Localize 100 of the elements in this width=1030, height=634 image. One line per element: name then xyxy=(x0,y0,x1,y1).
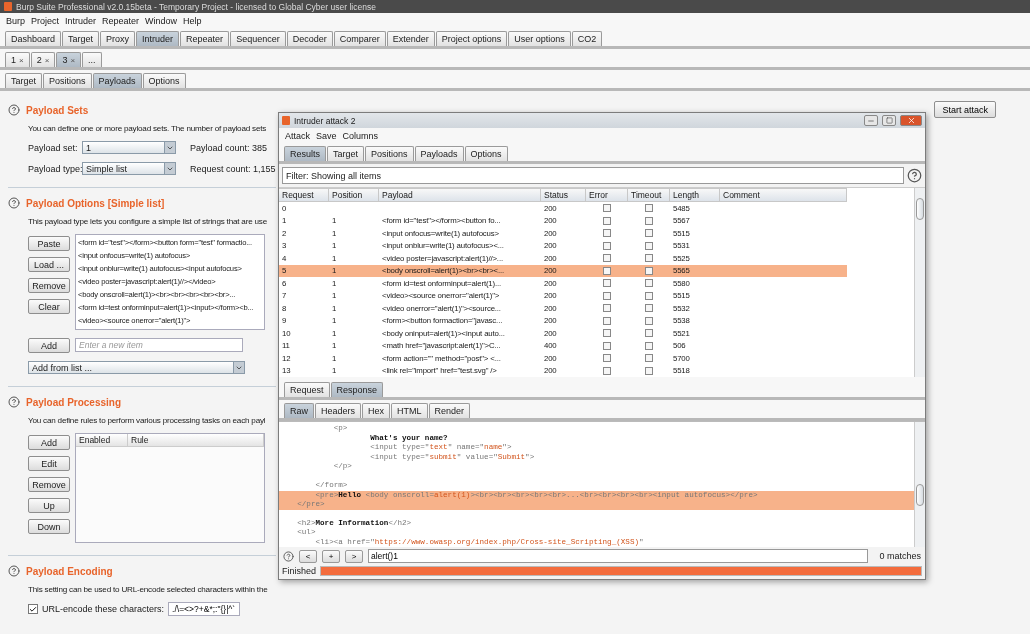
column-header[interactable]: Rule xyxy=(128,434,264,446)
tab[interactable]: Payloads xyxy=(414,146,464,161)
tab[interactable]: Positions xyxy=(365,146,414,161)
checkbox-label: URL-encode these characters: xyxy=(42,604,165,614)
section-title: Payload Sets xyxy=(26,104,89,116)
help-icon[interactable] xyxy=(283,550,294,562)
app-icon xyxy=(282,116,290,125)
column-header[interactable]: Enabled xyxy=(76,434,128,446)
count-label: Payload count: 385 xyxy=(190,142,268,153)
tab[interactable]: Positions xyxy=(43,73,92,88)
app-icon xyxy=(4,2,12,11)
tab[interactable]: 3 × xyxy=(56,52,82,67)
column-header[interactable]: Length xyxy=(670,188,720,202)
list-button[interactable]: Clear xyxy=(28,299,70,314)
menu-item[interactable]: Columns xyxy=(342,131,379,141)
menu-item[interactable]: Project xyxy=(31,16,60,26)
column-header[interactable]: Position xyxy=(329,188,379,202)
menu-item[interactable]: Attack xyxy=(285,131,310,141)
window-title: Burp Suite Professional v2.0.15beta - Temporary Project - licensed to Global Cyber user license xyxy=(16,1,376,12)
filter-bar[interactable]: Filter: Showing all items xyxy=(282,167,904,184)
tab[interactable]: Target xyxy=(62,31,100,46)
rule-button[interactable]: Edit xyxy=(28,456,70,471)
tab[interactable]: Extender xyxy=(386,31,435,46)
tab[interactable]: Target xyxy=(5,73,42,88)
tab[interactable]: Options xyxy=(142,73,186,88)
search-button[interactable]: > xyxy=(345,549,363,563)
help-icon[interactable] xyxy=(8,565,20,577)
column-header[interactable]: Comment xyxy=(720,188,847,202)
menu-item[interactable]: Save xyxy=(316,131,337,141)
help-icon[interactable] xyxy=(8,197,20,209)
tab[interactable]: Response xyxy=(330,382,384,397)
column-header[interactable]: Timeout xyxy=(628,188,670,202)
status-label: Finished xyxy=(282,566,317,576)
search-button[interactable]: + xyxy=(322,549,340,563)
tab[interactable]: Options xyxy=(464,146,508,161)
menu-item[interactable]: Burp xyxy=(6,16,25,26)
maximize-icon[interactable] xyxy=(882,115,896,126)
tab[interactable]: Dashboard xyxy=(5,31,62,46)
list-button[interactable]: Remove xyxy=(28,278,70,293)
characters-field[interactable]: ./\=<>?+&*;:"{}|^` xyxy=(168,602,241,616)
dropdown[interactable]: Simple list xyxy=(82,162,176,175)
tab[interactable]: HTML xyxy=(391,403,428,418)
section-description: This payload type lets you configure a simple list of strings that are use xyxy=(28,217,267,226)
column-header[interactable]: Status xyxy=(541,188,586,202)
help-icon[interactable] xyxy=(8,396,20,408)
tab[interactable]: ... xyxy=(82,52,102,67)
rule-button[interactable]: Up xyxy=(28,498,70,513)
column-header[interactable]: Error xyxy=(586,188,628,202)
start-attack-button[interactable]: Start attack xyxy=(934,101,996,118)
close-icon[interactable] xyxy=(900,115,922,126)
tab[interactable]: Hex xyxy=(362,403,391,418)
new-item-field[interactable]: Enter a new item xyxy=(75,338,243,352)
field-label: Payload set: xyxy=(28,142,78,153)
tab[interactable]: Intruder xyxy=(136,31,180,46)
window-title: Intruder attack 2 xyxy=(294,115,357,126)
tab[interactable]: Payloads xyxy=(92,73,142,88)
dropdown[interactable]: 1 xyxy=(82,141,176,154)
tab[interactable]: Raw xyxy=(284,403,314,418)
add-button[interactable]: Add xyxy=(28,338,70,353)
tab[interactable]: Target xyxy=(327,146,365,161)
help-icon[interactable] xyxy=(907,168,922,183)
section-title: Payload Options [Simple list] xyxy=(26,197,165,209)
search-button[interactable]: < xyxy=(299,549,317,563)
help-icon[interactable] xyxy=(8,104,20,116)
rule-button[interactable]: Remove xyxy=(28,477,70,492)
menu-item[interactable]: Repeater xyxy=(102,16,140,26)
tab[interactable]: Repeater xyxy=(180,31,230,46)
menu-item[interactable]: Window xyxy=(145,16,178,26)
list-button[interactable]: Load ... xyxy=(28,257,70,272)
tab[interactable]: Headers xyxy=(315,403,362,418)
scrollbar[interactable] xyxy=(914,422,925,547)
tab[interactable]: Project options xyxy=(435,31,508,46)
tab[interactable]: Sequencer xyxy=(230,31,286,46)
tab[interactable]: Comparer xyxy=(333,31,386,46)
section-description: You can define one or more payload sets. The number of payload sets xyxy=(28,124,267,133)
tab[interactable]: Results xyxy=(284,146,326,161)
rule-button[interactable]: Down xyxy=(28,519,70,534)
rule-button[interactable]: Add xyxy=(28,435,70,450)
tab[interactable]: 2 × xyxy=(30,52,56,67)
tab[interactable]: Render xyxy=(428,403,471,418)
add-from-list-dropdown[interactable]: Add from list ... xyxy=(28,361,245,374)
tab[interactable]: Decoder xyxy=(286,31,333,46)
tab[interactable]: User options xyxy=(508,31,571,46)
list-button[interactable]: Paste xyxy=(28,236,70,251)
minimize-icon[interactable] xyxy=(864,115,878,126)
count-label: Request count: 1,155 xyxy=(190,163,276,174)
tab[interactable]: Request xyxy=(284,382,330,397)
menu-item[interactable]: Help xyxy=(183,16,202,26)
column-header[interactable]: Payload xyxy=(379,188,541,202)
tab[interactable]: CO2 xyxy=(571,31,603,46)
section-description: You can define rules to perform various processing tasks on each payl xyxy=(28,416,266,425)
search-field[interactable]: alert()1 xyxy=(368,549,869,563)
tab[interactable]: Proxy xyxy=(100,31,136,46)
tab[interactable]: 1 × xyxy=(5,52,30,67)
column-header[interactable]: Request xyxy=(279,188,329,202)
section-title: Payload Processing xyxy=(26,396,122,408)
menu-item[interactable]: Intruder xyxy=(65,16,97,26)
scrollbar[interactable] xyxy=(914,188,925,377)
section-title: Payload Encoding xyxy=(26,565,113,577)
checkbox[interactable] xyxy=(28,604,38,614)
